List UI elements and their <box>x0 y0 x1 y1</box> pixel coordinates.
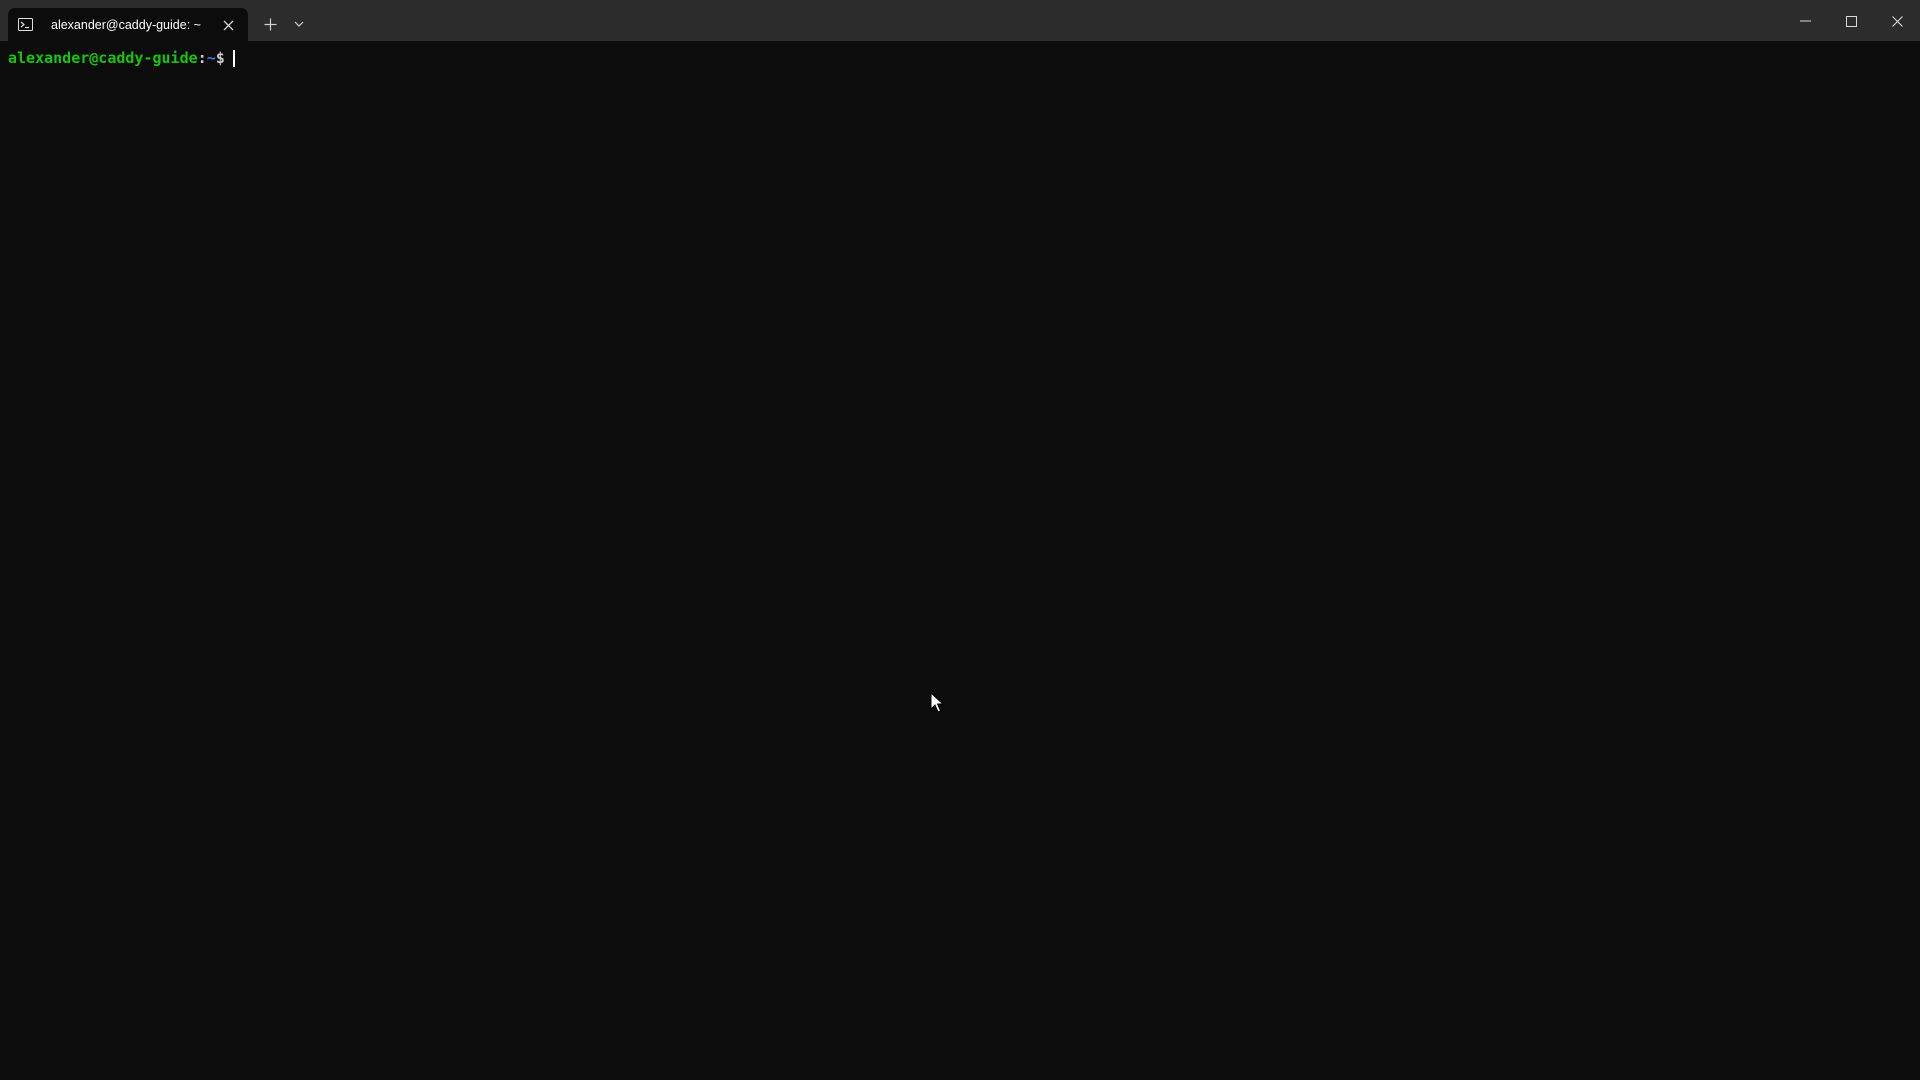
tab-dropdown-button[interactable] <box>289 14 309 34</box>
close-window-button[interactable] <box>1880 6 1914 36</box>
mouse-pointer-icon <box>930 692 944 713</box>
prompt-symbol: $ <box>215 49 225 67</box>
text-cursor <box>232 49 235 67</box>
chevron-down-icon <box>294 21 304 27</box>
prompt-separator: : <box>197 49 207 67</box>
tab-terminal[interactable]: alexander@caddy-guide: ~ <box>8 8 248 41</box>
minimize-button[interactable] <box>1788 6 1822 36</box>
prompt-user: alexander@caddy-guide <box>8 49 198 67</box>
close-icon <box>223 20 233 30</box>
title-bar[interactable]: alexander@caddy-guide: ~ <box>0 0 1920 41</box>
plus-icon <box>264 18 276 30</box>
minimize-icon <box>1799 20 1811 22</box>
tab-close-button[interactable] <box>218 15 238 35</box>
terminal-content[interactable]: alexander@caddy-guide: ~ $ <box>0 41 1920 1080</box>
tab-title: alexander@caddy-guide: ~ <box>51 17 201 32</box>
close-icon <box>1891 15 1903 27</box>
prompt-line: alexander@caddy-guide: ~ $ <box>8 49 1912 67</box>
maximize-icon <box>1845 15 1857 27</box>
terminal-icon <box>17 18 33 32</box>
terminal-window: alexander@caddy-guide: ~ alexander@caddy… <box>0 0 1920 1080</box>
prompt-path: ~ <box>206 49 216 67</box>
new-tab-button[interactable] <box>259 14 281 34</box>
maximize-button[interactable] <box>1834 6 1868 36</box>
